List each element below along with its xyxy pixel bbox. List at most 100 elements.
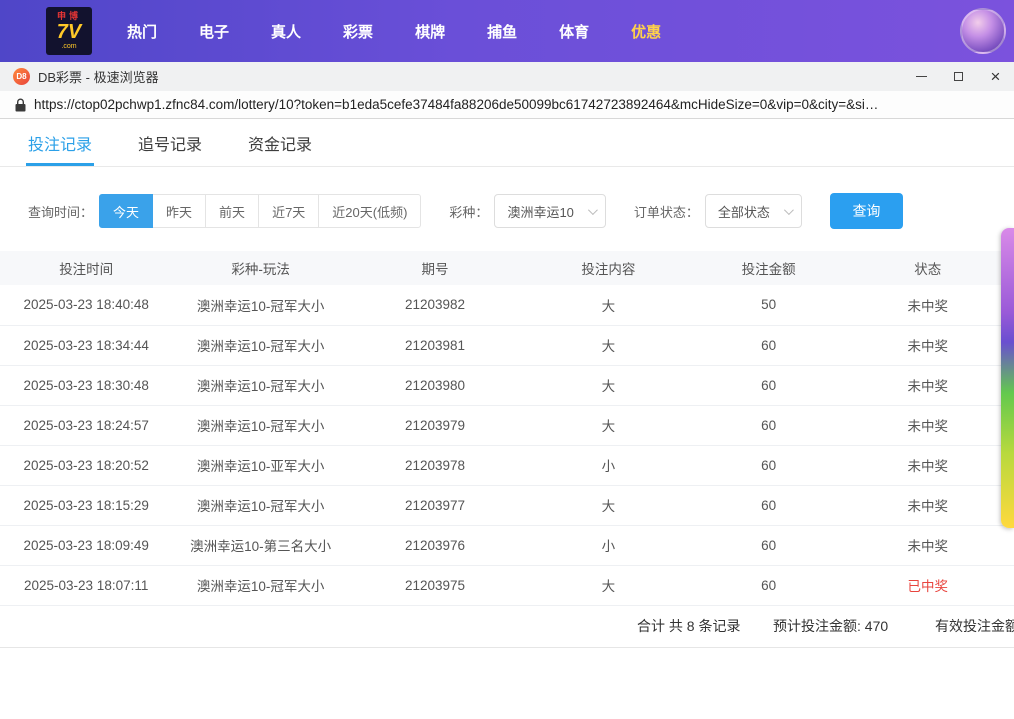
time-btn-20days[interactable]: 近20天(低频) <box>318 194 421 228</box>
close-icon: × <box>991 68 1001 85</box>
nav-item-promo[interactable]: 优惠 <box>610 0 682 62</box>
time-filter-label: 查询时间： <box>28 202 93 221</box>
cell-content: 大 <box>521 405 695 445</box>
window-controls: × <box>903 62 1014 91</box>
browser-favicon-icon: D8 <box>13 68 30 85</box>
cell-game: 澳洲幸运10-冠军大小 <box>172 485 348 525</box>
time-btn-7days[interactable]: 近7天 <box>258 194 319 228</box>
filter-bar: 查询时间： 今天 昨天 前天 近7天 近20天(低频) 彩种： 澳洲幸运10 订… <box>0 167 1014 251</box>
cell-issue: 21203976 <box>349 525 521 565</box>
cell-issue: 21203979 <box>349 405 521 445</box>
chevron-down-icon <box>784 205 794 215</box>
site-navbar: 申博 7V .com 热门 电子 真人 彩票 棋牌 捕鱼 体育 优惠 <box>0 0 1014 62</box>
url-field[interactable]: https://ctop02pchwp1.zfnc84.com/lottery/… <box>34 97 878 112</box>
cell-content: 大 <box>521 285 695 325</box>
summary-expected-amount: 预计投注金额: 470 <box>773 616 888 636</box>
cell-issue: 21203977 <box>349 485 521 525</box>
floating-promo-widget[interactable] <box>1001 228 1014 528</box>
nav-menu: 热门 电子 真人 彩票 棋牌 捕鱼 体育 优惠 <box>106 0 682 62</box>
site-logo[interactable]: 申博 7V .com <box>46 7 92 55</box>
lock-icon <box>15 98 26 112</box>
tab-bet-records[interactable]: 投注记录 <box>28 119 92 166</box>
maximize-button[interactable] <box>940 62 977 91</box>
nav-item-chess[interactable]: 棋牌 <box>394 0 466 62</box>
record-tabs: 投注记录 追号记录 资金记录 <box>0 119 1014 167</box>
cell-status: 未中奖 <box>842 525 1014 565</box>
cell-issue: 21203980 <box>349 365 521 405</box>
cell-time: 2025-03-23 18:09:49 <box>0 525 172 565</box>
nav-item-electronic[interactable]: 电子 <box>178 0 250 62</box>
time-btn-yesterday[interactable]: 昨天 <box>152 194 206 228</box>
user-avatar[interactable] <box>960 8 1006 54</box>
col-header-status: 状态 <box>842 251 1014 285</box>
logo-text-7v: 7V <box>57 22 81 42</box>
window-title: DB彩票 - 极速浏览器 <box>38 67 159 86</box>
tab-fund-records[interactable]: 资金记录 <box>248 119 312 166</box>
logo-text-cn: 申博 <box>57 12 81 21</box>
cell-status: 未中奖 <box>842 485 1014 525</box>
table-row: 2025-03-23 18:40:48 澳洲幸运10-冠军大小 21203982… <box>0 285 1014 325</box>
cell-status-won: 已中奖 <box>842 565 1014 605</box>
cell-amount: 60 <box>696 485 842 525</box>
close-button[interactable]: × <box>977 62 1014 91</box>
lottery-select[interactable]: 澳洲幸运10 <box>494 194 605 228</box>
cell-status: 未中奖 <box>842 325 1014 365</box>
status-select-value: 全部状态 <box>718 202 770 221</box>
cell-content: 大 <box>521 325 695 365</box>
browser-titlebar: D8 DB彩票 - 极速浏览器 × <box>0 62 1014 91</box>
cell-game: 澳洲幸运10-冠军大小 <box>172 565 348 605</box>
cell-issue: 21203978 <box>349 445 521 485</box>
table-row: 2025-03-23 18:30:48 澳洲幸运10-冠军大小 21203980… <box>0 365 1014 405</box>
lottery-select-value: 澳洲幸运10 <box>507 202 573 221</box>
chevron-down-icon <box>588 205 598 215</box>
search-button[interactable]: 查询 <box>830 193 903 229</box>
minimize-button[interactable] <box>903 62 940 91</box>
col-header-amount: 投注金额 <box>696 251 842 285</box>
table-row: 2025-03-23 18:07:11 澳洲幸运10-冠军大小 21203975… <box>0 565 1014 605</box>
cell-status: 未中奖 <box>842 285 1014 325</box>
col-header-issue: 期号 <box>349 251 521 285</box>
cell-amount: 60 <box>696 405 842 445</box>
nav-item-live[interactable]: 真人 <box>250 0 322 62</box>
nav-item-hot[interactable]: 热门 <box>106 0 178 62</box>
status-filter-label: 订单状态： <box>634 202 699 221</box>
cell-content: 小 <box>521 445 695 485</box>
col-header-game: 彩种-玩法 <box>172 251 348 285</box>
cell-content: 大 <box>521 485 695 525</box>
cell-game: 澳洲幸运10-冠军大小 <box>172 325 348 365</box>
bet-records-table: 投注时间 彩种-玩法 期号 投注内容 投注金额 状态 2025-03-23 18… <box>0 251 1014 606</box>
cell-game: 澳洲幸运10-冠军大小 <box>172 285 348 325</box>
table-row: 2025-03-23 18:09:49 澳洲幸运10-第三名大小 2120397… <box>0 525 1014 565</box>
table-row: 2025-03-23 18:15:29 澳洲幸运10-冠军大小 21203977… <box>0 485 1014 525</box>
cell-game: 澳洲幸运10-冠军大小 <box>172 365 348 405</box>
table-header-row: 投注时间 彩种-玩法 期号 投注内容 投注金额 状态 <box>0 251 1014 285</box>
nav-item-lottery[interactable]: 彩票 <box>322 0 394 62</box>
cell-time: 2025-03-23 18:07:11 <box>0 565 172 605</box>
cell-game: 澳洲幸运10-冠军大小 <box>172 405 348 445</box>
cell-content: 大 <box>521 565 695 605</box>
cell-game: 澳洲幸运10-第三名大小 <box>172 525 348 565</box>
lottery-filter-label: 彩种： <box>449 202 488 221</box>
summary-total: 合计 共 8 条记录 <box>637 616 740 636</box>
col-header-time: 投注时间 <box>0 251 172 285</box>
cell-amount: 60 <box>696 525 842 565</box>
cell-content: 大 <box>521 365 695 405</box>
cell-amount: 60 <box>696 325 842 365</box>
table-row: 2025-03-23 18:20:52 澳洲幸运10-亚军大小 21203978… <box>0 445 1014 485</box>
address-bar: https://ctop02pchwp1.zfnc84.com/lottery/… <box>0 91 1014 119</box>
minimize-icon <box>916 76 927 77</box>
nav-item-fishing[interactable]: 捕鱼 <box>466 0 538 62</box>
time-btn-today[interactable]: 今天 <box>99 194 153 228</box>
order-status-select[interactable]: 全部状态 <box>705 194 802 228</box>
col-header-content: 投注内容 <box>521 251 695 285</box>
cell-time: 2025-03-23 18:24:57 <box>0 405 172 445</box>
cell-amount: 60 <box>696 565 842 605</box>
cell-game: 澳洲幸运10-亚军大小 <box>172 445 348 485</box>
cell-status: 未中奖 <box>842 365 1014 405</box>
cell-time: 2025-03-23 18:30:48 <box>0 365 172 405</box>
time-btn-day-before[interactable]: 前天 <box>205 194 259 228</box>
nav-item-sports[interactable]: 体育 <box>538 0 610 62</box>
tab-chase-records[interactable]: 追号记录 <box>138 119 202 166</box>
page: 申博 7V .com 热门 电子 真人 彩票 棋牌 捕鱼 体育 优惠 D8 DB… <box>0 0 1014 719</box>
summary-bar: 合计 共 8 条记录 预计投注金额: 470 有效投注金额: <box>0 606 1014 648</box>
